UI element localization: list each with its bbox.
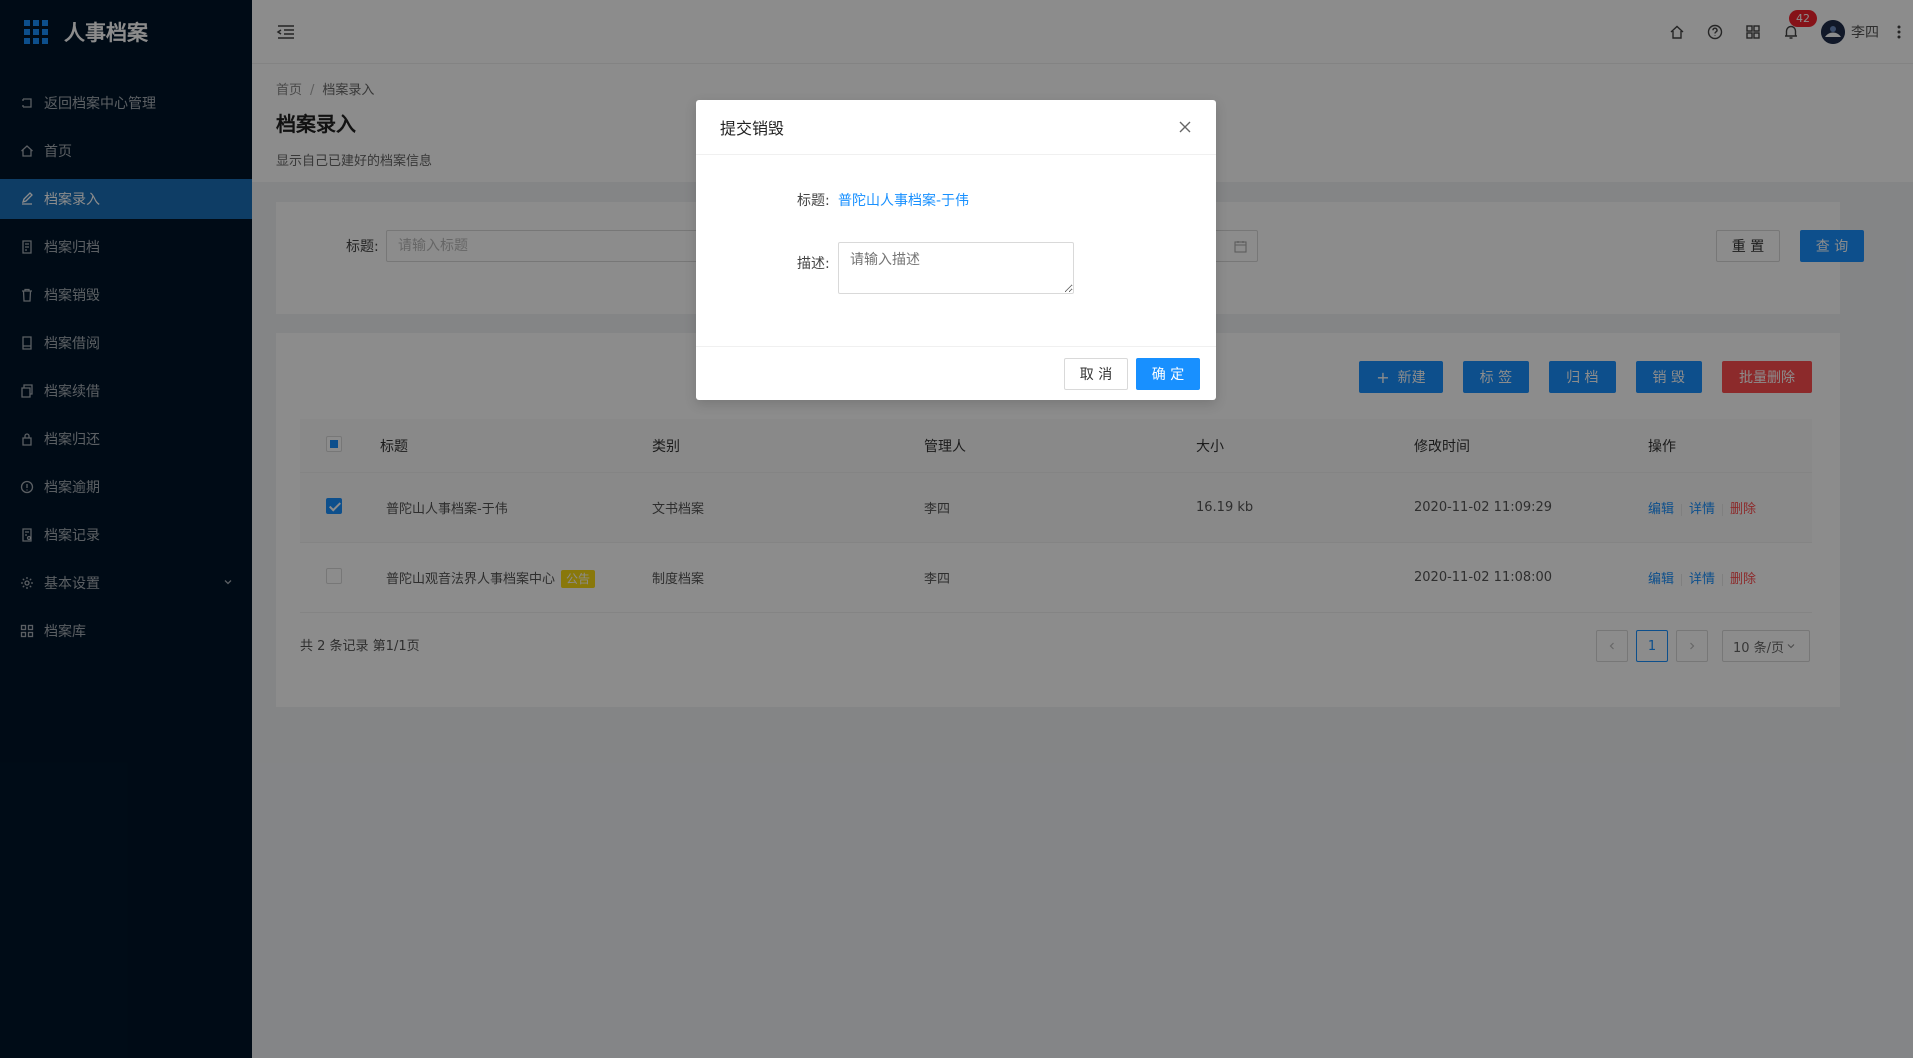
ok-button[interactable]: 确 定 [1136, 357, 1200, 390]
modal-body: 标题: 普陀山人事档案-于伟 描述: [696, 155, 1216, 346]
modal-title: 提交销毁 [720, 119, 785, 138]
destroy-modal: 提交销毁 标题: 普陀山人事档案-于伟 描述: 取 消 确 定 [696, 100, 1216, 400]
modal-title-label: 标题: [797, 193, 830, 209]
close-icon[interactable] [1178, 120, 1192, 134]
modal-footer: 取 消 确 定 [696, 346, 1216, 400]
description-textarea[interactable] [838, 242, 1074, 294]
modal-title-value: 普陀山人事档案-于伟 [838, 193, 970, 209]
modal-header: 提交销毁 [696, 100, 1216, 155]
modal-description-label: 描述: [797, 256, 830, 272]
cancel-button[interactable]: 取 消 [1064, 357, 1128, 390]
